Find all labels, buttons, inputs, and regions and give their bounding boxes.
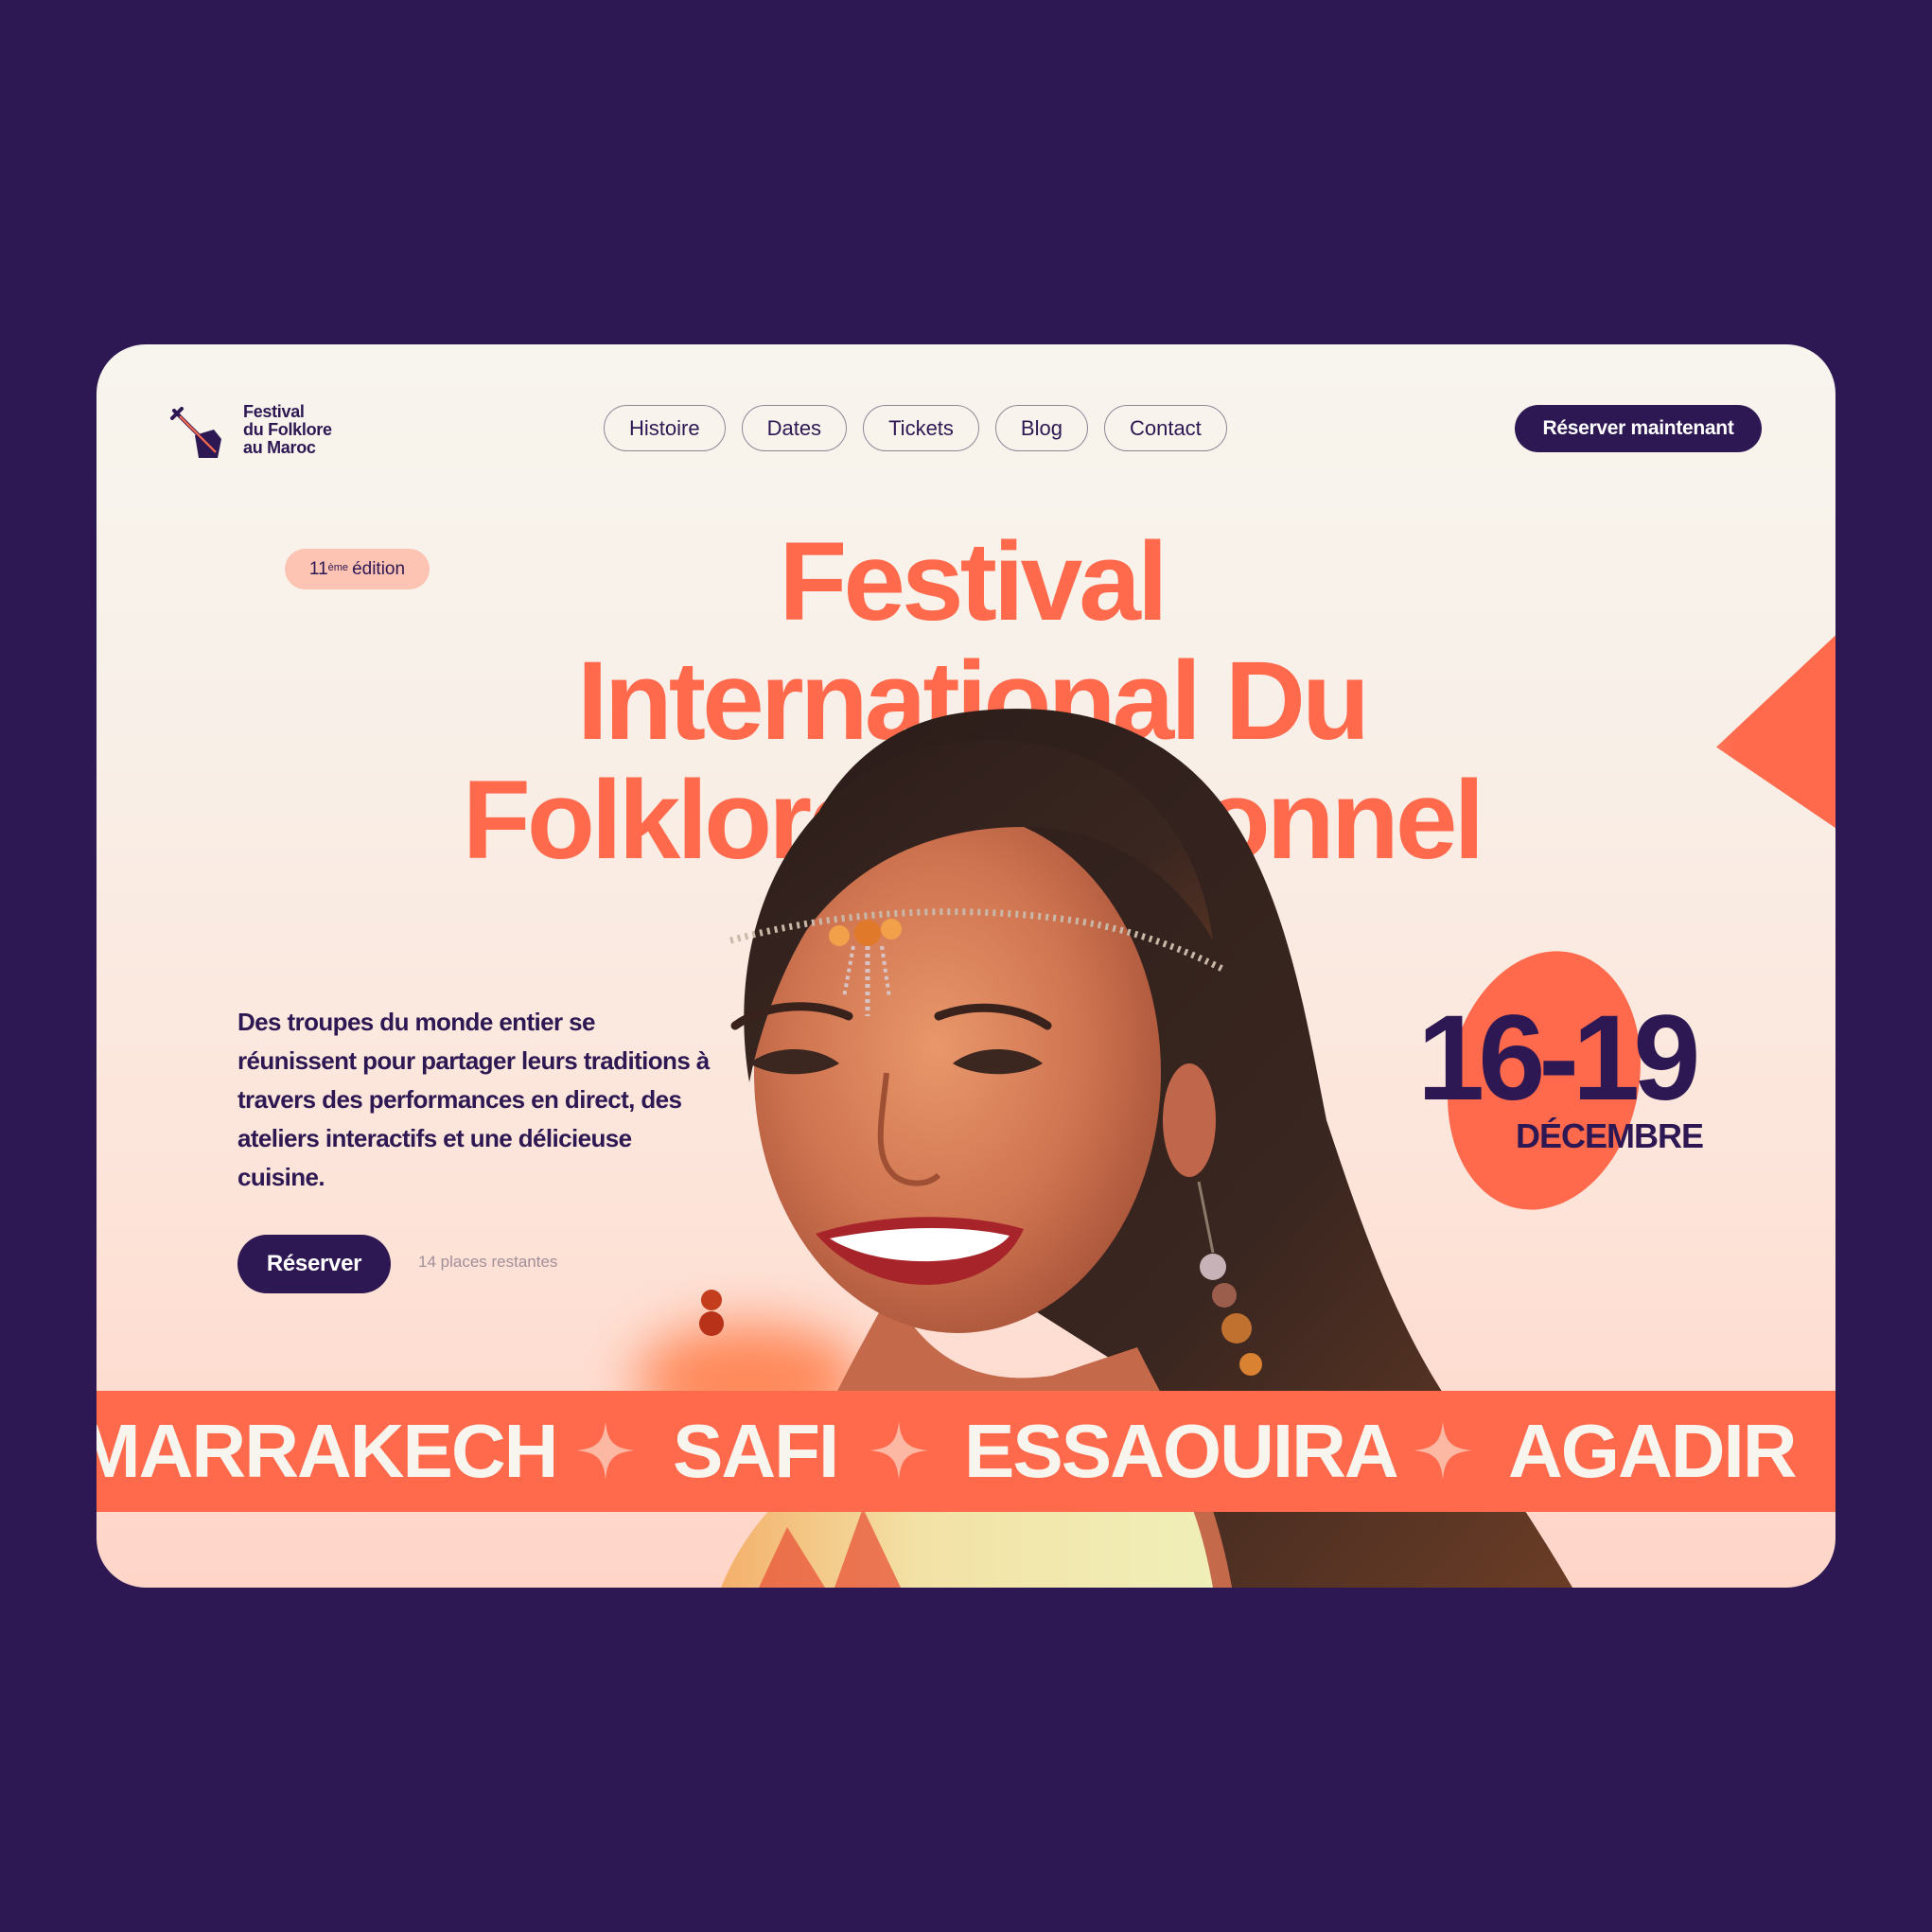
- places-remaining: 14 places restantes: [418, 1253, 558, 1271]
- sparkle-star-icon: [1414, 1421, 1472, 1480]
- nav-link-contact[interactable]: Contact: [1103, 405, 1227, 451]
- landing-page-card: Festival du Folklore au Maroc Histoire D…: [97, 344, 1835, 1588]
- brand-name-line3: au Maroc: [243, 438, 316, 457]
- sparkle-star-icon: [869, 1421, 928, 1480]
- city-essaouira: ESSAOUIRA: [964, 1409, 1399, 1493]
- hero-title-line1: Festival: [779, 519, 1168, 644]
- brand-name-line1: Festival: [243, 402, 305, 421]
- nav-link-histoire[interactable]: Histoire: [604, 405, 726, 451]
- city-marrakech: MARRAKECH: [97, 1409, 558, 1493]
- nav-link-blog[interactable]: Blog: [994, 405, 1088, 451]
- sparkle-star-icon: [576, 1421, 635, 1480]
- city-safi: SAFI: [673, 1409, 839, 1493]
- reserve-now-button[interactable]: Réserver maintenant: [1515, 405, 1762, 452]
- brand-logo[interactable]: Festival du Folklore au Maroc: [170, 403, 360, 469]
- shovel-logo-icon: [170, 407, 221, 458]
- date-month: DÉCEMBRE: [1516, 1116, 1704, 1155]
- hero-description: Des troupes du monde entier se réunissen…: [237, 1008, 710, 1191]
- date-range: 16-19: [1417, 991, 1700, 1126]
- nav-link-tickets[interactable]: Tickets: [863, 405, 979, 451]
- brand-name-line2: du Folklore: [243, 420, 332, 439]
- city-agadir: AGADIR: [1508, 1409, 1798, 1493]
- reserve-button[interactable]: Réserver: [237, 1235, 391, 1293]
- brand-name: Festival du Folklore au Maroc: [243, 403, 376, 457]
- main-nav: Histoire Dates Tickets Blog Contact: [604, 405, 1227, 451]
- cities-marquee: MARRAKECH SAFI ESSAOUIRA AGADIR: [97, 1391, 1835, 1512]
- nav-link-dates[interactable]: Dates: [741, 405, 848, 451]
